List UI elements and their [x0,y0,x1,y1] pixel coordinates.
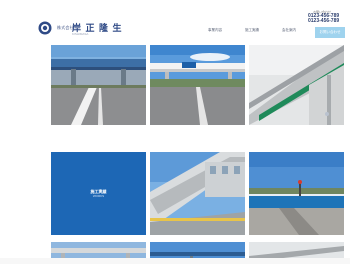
featured-works-tile[interactable]: 施工実績 WORKS [51,152,146,235]
bottom-edge [0,258,350,264]
gallery-photo-elevated-road[interactable] [249,45,344,125]
logo-subtitle: KISHIMASA [72,32,89,36]
photo-image [51,45,146,125]
nav-item-company[interactable]: 会社案内 [282,28,296,32]
gallery-photo-road-construction[interactable] [249,152,344,235]
featured-subtitle: WORKS [92,194,105,198]
gallery-photo-bridge-road[interactable] [51,45,146,125]
scroll-dot-icon[interactable] [325,112,329,116]
site-header: 株式会社 岸 正 隆 生 KISHIMASA 事業内容 施工実績 会社案内 お問… [0,0,350,44]
nav-item-services[interactable]: 事業内容 [208,28,222,32]
photo-image [249,45,344,125]
nav-item-works[interactable]: 施工実績 [245,28,259,32]
gallery-photo-pedestrian-bridge[interactable] [150,152,245,235]
phone-line-2: 0123-456-789 [308,18,340,24]
contact-button[interactable]: お問い合わせ [315,27,345,38]
photo-image [150,45,245,125]
page: 株式会社 岸 正 隆 生 KISHIMASA 事業内容 施工実績 会社案内 お問… [0,0,350,264]
gallery-photo-overpass[interactable] [150,45,245,125]
photo-image [150,152,245,235]
logo-icon[interactable] [38,21,52,35]
phone-number[interactable]: 0123-456-789 0123-456-789 [308,14,339,24]
photo-image [249,152,344,235]
